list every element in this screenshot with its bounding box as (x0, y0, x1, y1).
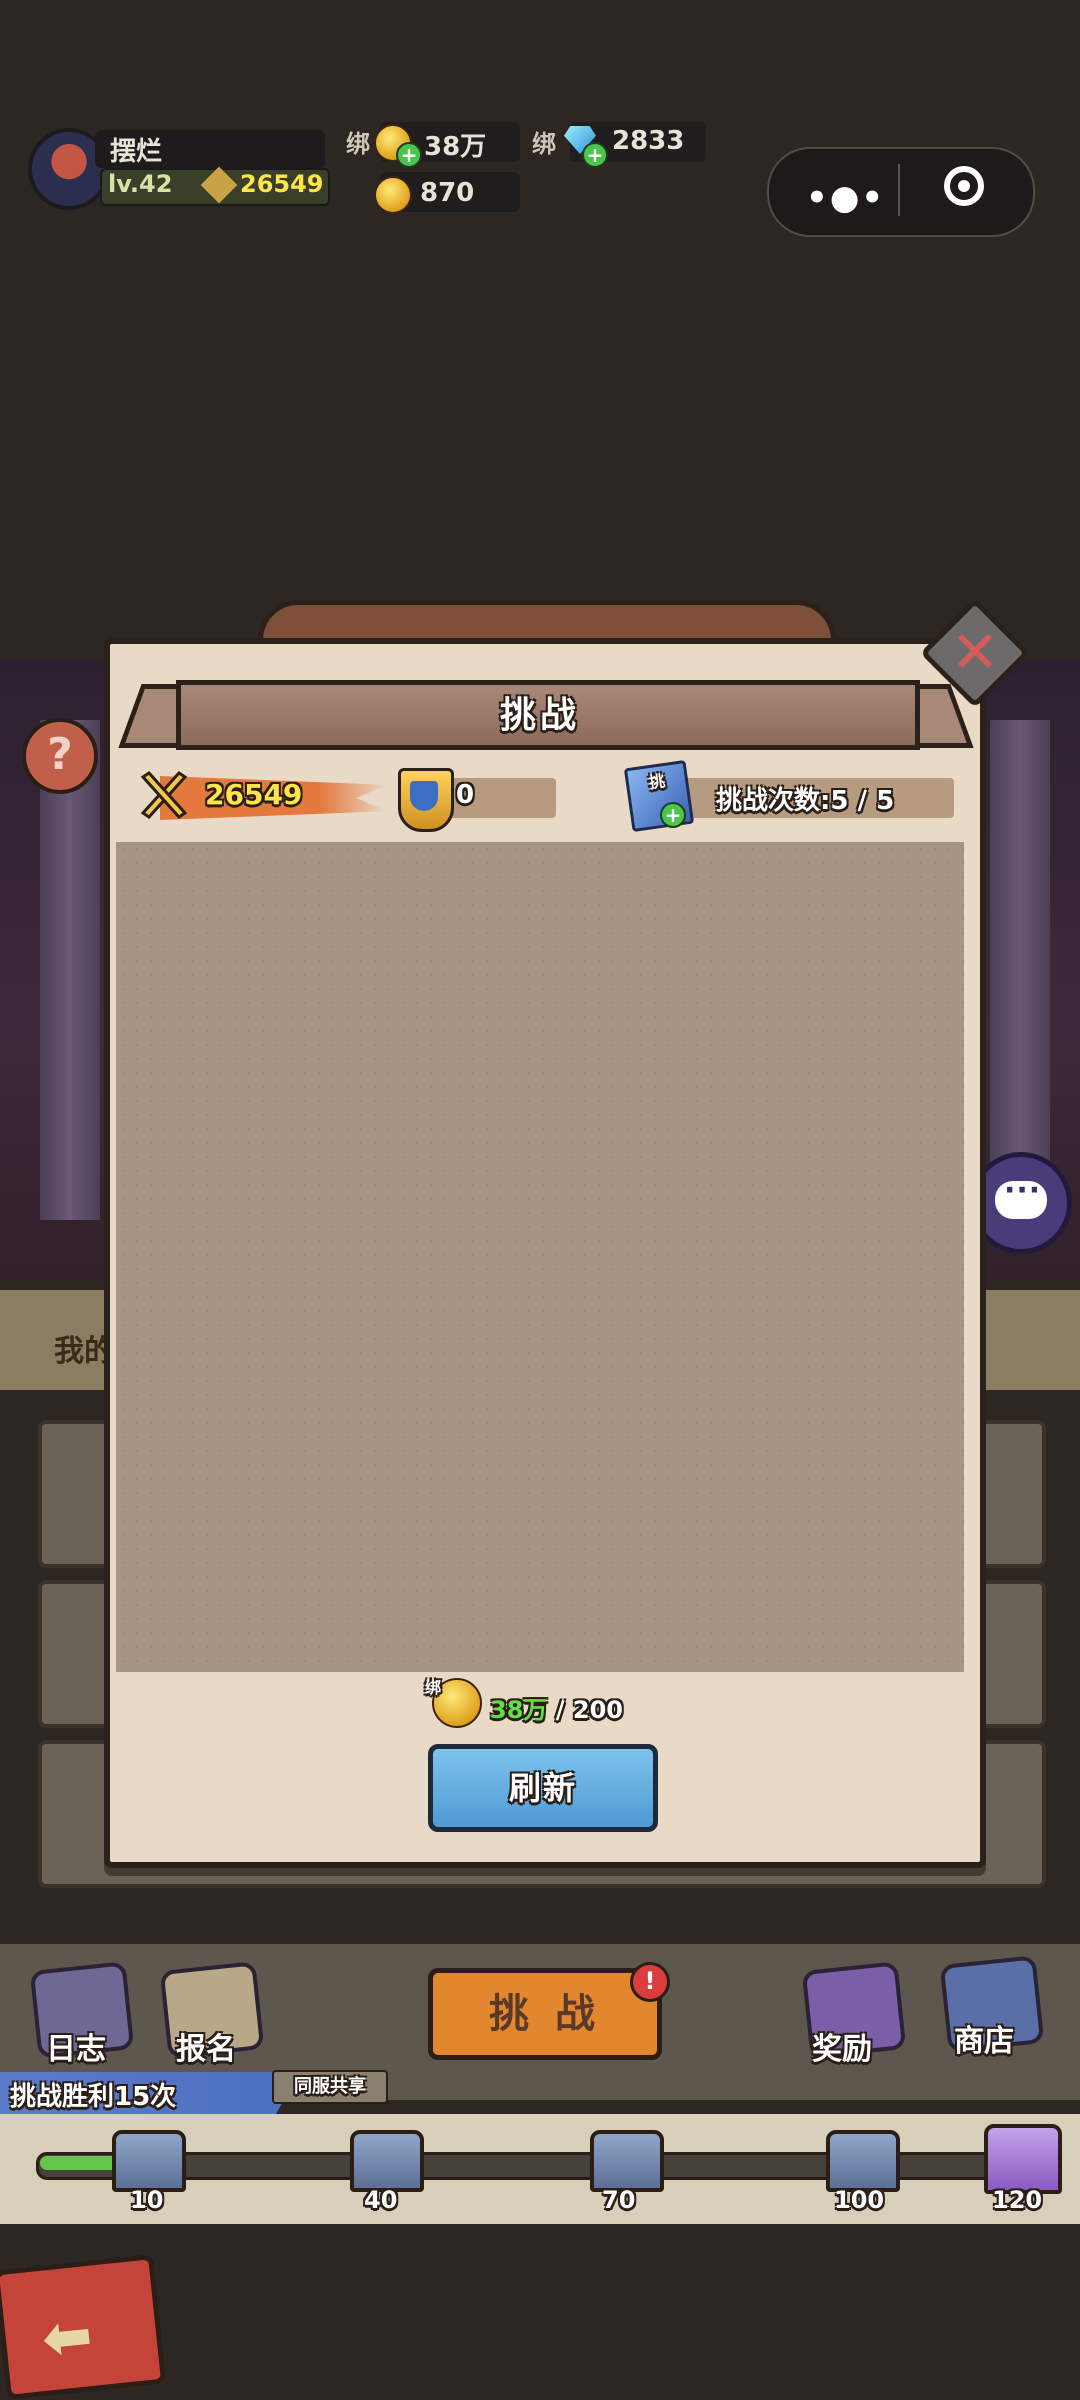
refresh-cost-need: / 200 (547, 1696, 623, 1724)
diamond-amount: 2833 (612, 126, 685, 156)
challenge-alert-badge: ! (630, 1962, 670, 2002)
chat-bubble-icon (995, 1173, 1047, 1219)
hud-power: 26549 (240, 170, 324, 198)
milestone-label-4: 100 (834, 2186, 885, 2214)
add-ticket-icon[interactable]: + (660, 802, 686, 828)
refresh-button[interactable]: 刷新 (428, 1744, 658, 1832)
back-arrow-icon: ⬅ (38, 2299, 96, 2375)
refresh-cost-have: 38万 (490, 1696, 548, 1724)
refresh-cost-bound-tag: 绑 (425, 1678, 442, 1697)
refresh-cost: 38万 / 200 (490, 1690, 623, 1725)
player-level: lv.42 (108, 170, 173, 198)
milestone-progress-fill (40, 2156, 120, 2170)
milestone-chest-3[interactable] (590, 2130, 664, 2192)
server-share-tag: 同服共享 (272, 2070, 388, 2104)
nav-log[interactable]: 日志 (46, 2024, 106, 2068)
add-diamond-icon[interactable]: + (582, 142, 608, 168)
close-icon: ✕ (950, 618, 1000, 686)
milestone-chest-5[interactable] (984, 2124, 1062, 2194)
coin-amount: 870 (420, 178, 475, 208)
milestone-chest-1[interactable] (112, 2130, 186, 2192)
player-name: 摆烂 (110, 137, 163, 167)
back-button[interactable]: ⬅ (0, 2253, 167, 2400)
pvp-shield-icon (398, 768, 454, 832)
coin-icon (374, 176, 412, 214)
nav-shop[interactable]: 商店 (954, 2016, 1014, 2060)
main-challenge-button[interactable]: 挑 战 (428, 1968, 662, 2060)
nav-rewards[interactable]: 奖励 (812, 2024, 872, 2068)
add-gold-icon[interactable]: + (396, 142, 422, 168)
diamond-bound-label: 绑 (532, 130, 556, 158)
milestone-label-3: 70 (602, 2186, 636, 2214)
win-progress-text: 挑战胜利15次 (10, 2082, 177, 2112)
crossed-swords-icon (135, 765, 193, 823)
milestone-label-2: 40 (364, 2186, 398, 2214)
milestone-chest-4[interactable] (826, 2130, 900, 2192)
power-value: 26549 (205, 778, 303, 811)
gold-amount: 38万 (424, 132, 487, 162)
gold-bound-label: 绑 (346, 130, 370, 158)
nav-signup[interactable]: 报名 (176, 2024, 236, 2068)
pillar-left (40, 720, 100, 1220)
capsule-divider (898, 164, 900, 216)
opponent-list-area (116, 842, 964, 1672)
close-miniprogram-icon[interactable] (944, 166, 984, 206)
more-options-icon[interactable]: •●• (806, 178, 885, 218)
milestone-label-1: 10 (130, 2186, 164, 2214)
pillar-right (990, 720, 1050, 1220)
attempts-remaining: 挑战次数:5 / 5 (716, 786, 895, 816)
milestone-chest-2[interactable] (350, 2130, 424, 2192)
modal-title: 挑战 (499, 695, 580, 736)
badge-count: 0 (456, 780, 475, 810)
milestone-label-5: 120 (992, 2186, 1043, 2214)
